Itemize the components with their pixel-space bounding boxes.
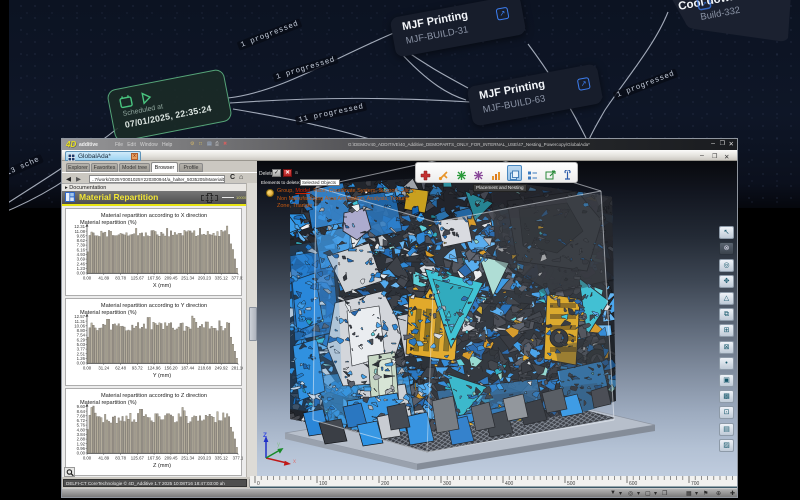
svg-text:X (mm): X (mm) [153,283,171,289]
svg-text:218.68: 218.68 [198,366,212,371]
svg-text:700: 700 [691,481,700,487]
svg-text:Z: Z [263,432,267,439]
svg-text:Material repartition according: Material repartition according to Z dire… [101,393,207,399]
svg-text:0.00: 0.00 [83,276,92,281]
svg-text:335.12: 335.12 [215,456,229,461]
svg-text:Material repartition according: Material repartition according to X dire… [101,213,207,219]
svg-text:31.24: 31.24 [98,366,109,371]
svg-text:125.67: 125.67 [131,276,145,281]
svg-text:167.56: 167.56 [148,456,162,461]
svg-text:167.56: 167.56 [148,276,162,281]
svg-text:300: 300 [443,481,452,487]
svg-text:Material repartition (%): Material repartition (%) [80,310,137,316]
svg-text:Y (mm): Y (mm) [153,373,171,379]
svg-text:293.23: 293.23 [198,276,212,281]
svg-text:293.23: 293.23 [198,456,212,461]
svg-text:83.78: 83.78 [115,276,126,281]
svg-text:83.78: 83.78 [115,456,126,461]
svg-text:156.20: 156.20 [164,366,178,371]
svg-text:Material repartition according: Material repartition according to Y dire… [101,303,207,309]
svg-text:Material repartition (%): Material repartition (%) [80,400,137,406]
svg-text:200: 200 [381,481,390,487]
svg-text:377.1: 377.1 [233,456,243,461]
svg-text:125.67: 125.67 [131,456,145,461]
svg-text:187.44: 187.44 [181,366,195,371]
svg-text:251.34: 251.34 [181,276,195,281]
svg-text:377.01: 377.01 [231,276,243,281]
svg-text:x: x [293,459,296,465]
svg-text:y: y [277,442,280,448]
svg-text:500: 500 [567,481,576,487]
svg-text:209.45: 209.45 [164,276,178,281]
svg-text:209.45: 209.45 [164,456,178,461]
svg-text:Z (mm): Z (mm) [153,463,171,469]
svg-text:600: 600 [629,481,638,487]
svg-text:62.48: 62.48 [115,366,126,371]
svg-text:Material repartition (%): Material repartition (%) [80,220,137,226]
svg-text:0.00: 0.00 [83,366,92,371]
svg-text:0.00: 0.00 [83,456,92,461]
svg-text:41.89: 41.89 [98,276,109,281]
svg-text:251.34: 251.34 [181,456,195,461]
svg-text:335.12: 335.12 [215,276,229,281]
svg-text:93.72: 93.72 [132,366,143,371]
svg-text:281.16: 281.16 [231,366,243,371]
svg-text:41.89: 41.89 [98,456,109,461]
svg-text:0: 0 [257,481,260,487]
svg-text:400: 400 [505,481,514,487]
svg-text:249.92: 249.92 [215,366,229,371]
svg-text:100: 100 [319,481,328,487]
svg-text:124.96: 124.96 [148,366,162,371]
